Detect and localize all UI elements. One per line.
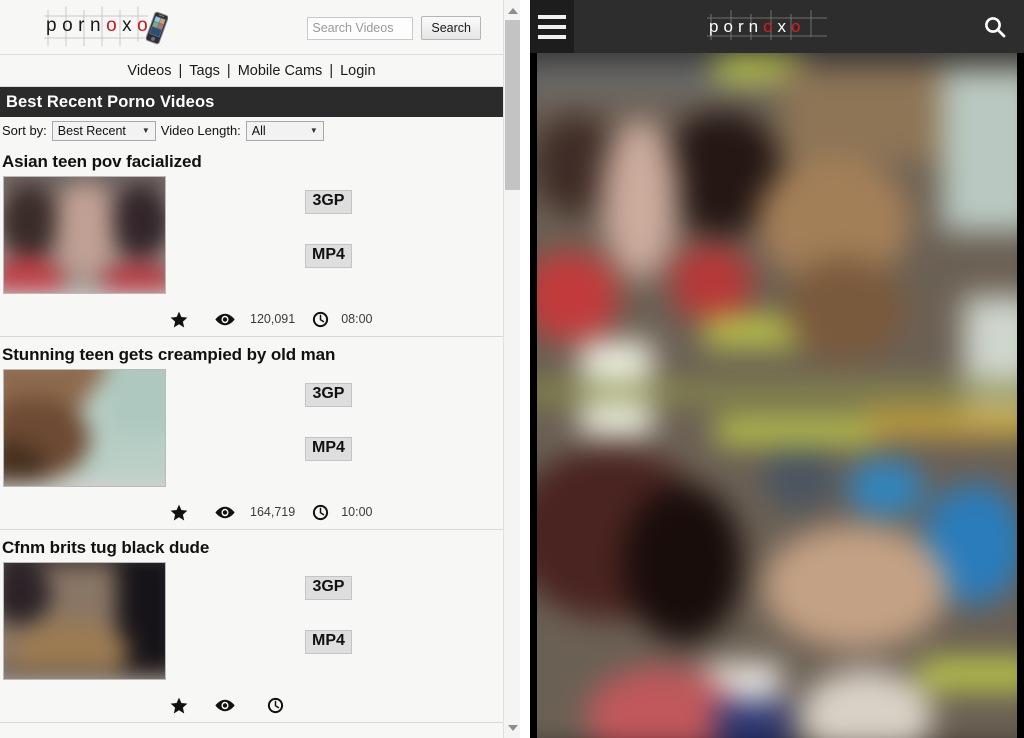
nav-item-videos[interactable]: Videos [126, 63, 172, 79]
video-length-select[interactable]: All ▼ [245, 120, 324, 141]
sort-by-select[interactable]: Best Recent ▼ [51, 120, 156, 141]
filter-row: Sort by: Best Recent ▼ Video Length: All… [0, 117, 503, 144]
duration-clock-icon [312, 311, 334, 328]
logo-wordmark: pornoxo [46, 15, 154, 36]
format-badge-3gp[interactable]: 3GP [305, 190, 352, 214]
screenshot-root: pornoxo Search Videos Search Videos | Ta… [0, 0, 1024, 738]
video-title[interactable]: Cfnm brits tug black dude [0, 530, 503, 562]
video-thumbnail[interactable] [3, 562, 166, 680]
sort-by-value: Best Recent [57, 123, 126, 138]
video-length-value: All [251, 123, 266, 138]
nav-separator: | [329, 62, 334, 79]
video-duration: 08:00 [341, 312, 373, 326]
hamburger-bar [538, 24, 566, 29]
nav-separator: | [178, 62, 183, 79]
search-input[interactable] [307, 16, 414, 40]
desktop-page-content: pornoxo Search Videos Search Videos | Ta… [0, 0, 503, 738]
search-area: Search [307, 16, 481, 40]
video-list-item[interactable]: Stunning teen gets creampied by old man [0, 337, 503, 530]
views-eye-icon [214, 506, 248, 519]
page-title: Best Recent Porno Videos [6, 92, 215, 111]
chevron-down-icon: ▼ [309, 125, 318, 135]
nav-item-login[interactable]: Login [339, 63, 376, 79]
duration-clock-icon [267, 697, 289, 714]
hamburger-menu-icon[interactable] [530, 0, 574, 53]
scrollbar-up-arrow[interactable] [504, 2, 521, 19]
triangle-down-icon [507, 724, 518, 731]
video-list-item[interactable]: Asian teen pov facialized 3GP MP4 120,09… [0, 144, 503, 337]
video-title[interactable]: Asian teen pov facialized [0, 144, 503, 176]
video-length-label: Video Length: [160, 123, 241, 138]
format-badge-mp4[interactable]: MP4 [305, 243, 352, 268]
mobile-page-screenshot [537, 53, 1017, 738]
thumbnail-image [4, 563, 165, 679]
vertical-scrollbar[interactable] [503, 0, 520, 738]
mobile-content-area[interactable] [537, 53, 1017, 738]
video-body: 3GP MP4 [0, 369, 503, 505]
mobile-logo-wordmark: pornoxo [709, 16, 806, 36]
format-badge-3gp[interactable]: 3GP [305, 383, 352, 407]
scrollbar-thumb[interactable] [505, 20, 520, 190]
video-list: Asian teen pov facialized 3GP MP4 120,09… [0, 144, 503, 723]
hamburger-bar [538, 14, 566, 19]
mobile-phone-icon [146, 11, 168, 45]
format-badges: 3GP MP4 [305, 190, 352, 268]
panel-gutter [520, 0, 530, 738]
video-list-item[interactable]: Cfnm brits tug black dude 3GP MP4 [0, 530, 503, 723]
sort-by-label: Sort by: [2, 123, 47, 138]
mobile-preview-panel: pornoxo [530, 0, 1024, 738]
nav-item-tags[interactable]: Tags [188, 63, 221, 79]
video-thumbnail[interactable] [3, 176, 166, 294]
views-eye-icon [214, 313, 248, 326]
view-count: 164,719 [250, 505, 296, 519]
format-badges: 3GP MP4 [305, 383, 352, 461]
format-badge-mp4[interactable]: MP4 [305, 629, 352, 654]
video-thumbnail[interactable] [3, 369, 166, 487]
view-count: 120,091 [250, 312, 296, 326]
duration-clock-icon [312, 504, 334, 521]
video-body: 3GP MP4 [0, 562, 503, 698]
desktop-browser-panel: pornoxo Search Videos Search Videos | Ta… [0, 0, 530, 738]
format-badge-mp4[interactable]: MP4 [305, 436, 352, 461]
chevron-down-icon: ▼ [141, 125, 150, 135]
site-logo[interactable]: pornoxo [44, 6, 174, 50]
video-duration: 10:00 [341, 505, 373, 519]
favorite-star-icon[interactable] [170, 697, 196, 714]
favorite-star-icon[interactable] [170, 504, 196, 521]
thumbnail-image [4, 177, 165, 293]
search-button[interactable]: Search [421, 16, 481, 40]
video-body: 3GP MP4 [0, 176, 503, 312]
format-badge-3gp[interactable]: 3GP [305, 576, 352, 600]
site-header: pornoxo Search Videos Search [0, 0, 503, 55]
format-badges: 3GP MP4 [305, 576, 352, 654]
primary-nav: Videos | Tags | Mobile Cams | Login [0, 55, 503, 87]
views-eye-icon [214, 699, 248, 712]
favorite-star-icon[interactable] [170, 311, 196, 328]
mobile-header: pornoxo [530, 0, 1024, 53]
search-icon[interactable] [966, 0, 1024, 53]
hamburger-bar [538, 34, 566, 39]
section-title-bar: Best Recent Porno Videos [0, 87, 503, 117]
video-title[interactable]: Stunning teen gets creampied by old man [0, 337, 503, 369]
scrollbar-down-arrow[interactable] [504, 719, 521, 736]
triangle-up-icon [507, 7, 518, 14]
thumbnail-image [4, 370, 165, 486]
nav-item-mobile-cams[interactable]: Mobile Cams [237, 63, 324, 79]
mobile-site-logo[interactable]: pornoxo [574, 0, 966, 53]
nav-separator: | [226, 62, 231, 79]
